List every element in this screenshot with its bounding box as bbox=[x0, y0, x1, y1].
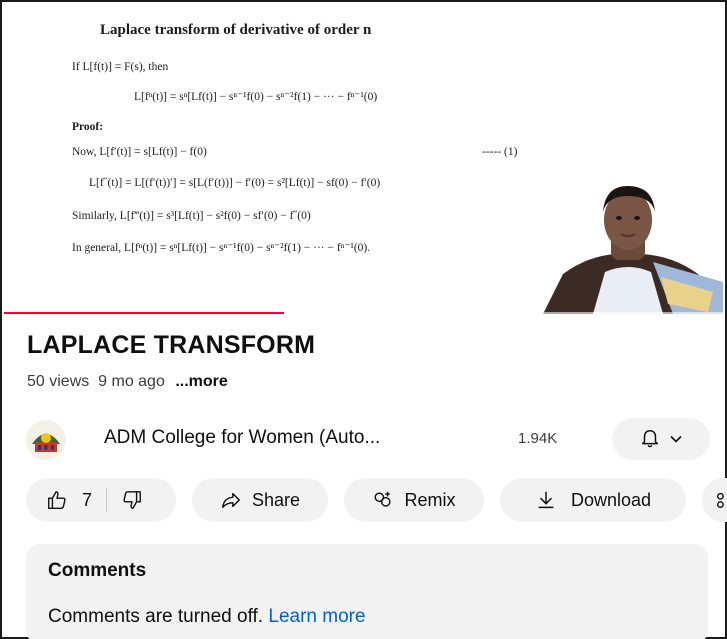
chevron-down-icon bbox=[670, 435, 682, 443]
download-button[interactable]: Download bbox=[500, 478, 686, 522]
video-title: LAPLACE TRANSFORM bbox=[27, 331, 316, 359]
share-button[interactable]: Share bbox=[192, 478, 328, 522]
view-count: 50 views bbox=[27, 373, 90, 390]
more-icon bbox=[716, 492, 724, 509]
slide-line-3: Proof: bbox=[72, 121, 104, 133]
share-icon bbox=[222, 492, 240, 509]
slide-line-4: Now, L[f′(t)] = s[Lf(t)] − f(0) bbox=[72, 146, 207, 158]
more-actions-button[interactable] bbox=[702, 478, 727, 522]
learn-more-link[interactable]: Learn more bbox=[268, 606, 365, 627]
comments-status: Comments are turned off. Learn more bbox=[48, 606, 366, 628]
channel-name[interactable]: ADM College for Women (Auto... bbox=[104, 427, 380, 449]
remix-button[interactable]: Remix bbox=[344, 478, 484, 522]
upload-age: 9 mo ago bbox=[98, 373, 165, 390]
download-label: Download bbox=[570, 489, 652, 510]
video-player[interactable]: Laplace transform of derivative of order… bbox=[4, 4, 723, 314]
download-icon bbox=[538, 491, 554, 509]
comments-title: Comments bbox=[48, 560, 147, 581]
subscriber-count: 1.94K bbox=[518, 430, 558, 447]
like-count: 7 bbox=[82, 489, 93, 510]
thumbs-up-icon[interactable] bbox=[46, 489, 68, 511]
presenter-image bbox=[543, 186, 723, 314]
progress-bar-track[interactable] bbox=[284, 312, 723, 314]
like-dislike-button[interactable]: 7 bbox=[26, 478, 176, 522]
remix-label: Remix bbox=[404, 489, 456, 510]
bell-icon bbox=[641, 430, 659, 448]
slide-line-8: In general, L[fⁿ(t)] = sⁿ[Lf(t)] − sⁿ⁻¹f… bbox=[72, 242, 371, 254]
progress-bar-played[interactable] bbox=[4, 312, 284, 314]
divider bbox=[106, 488, 108, 512]
video-meta[interactable]: 50 views 9 mo ago ...more bbox=[27, 373, 228, 391]
share-label: Share bbox=[251, 489, 301, 510]
remix-icon bbox=[375, 491, 392, 507]
comments-status-text: Comments are turned off. bbox=[48, 606, 264, 627]
comments-panel[interactable]: Comments Comments are turned off. Learn … bbox=[26, 544, 708, 639]
channel-avatar[interactable] bbox=[26, 420, 66, 460]
notification-button[interactable] bbox=[612, 418, 710, 460]
slide-title: Laplace transform of derivative of order… bbox=[100, 22, 372, 38]
slide-line-7: Similarly, L[f‴(t)] = s³[Lf(t)] − s²f(0)… bbox=[72, 210, 311, 222]
slide-line-5: ----- (1) bbox=[482, 146, 518, 158]
slide-line-2: L[fⁿ(t)] = sⁿ[Lf(t)] − sⁿ⁻¹f(0) − sⁿ⁻²f(… bbox=[134, 91, 378, 103]
action-bar: 7 Share Remix Download bbox=[26, 478, 727, 524]
thumbs-down-icon[interactable] bbox=[121, 489, 143, 511]
channel-row: ADM College for Women (Auto... 1.94K bbox=[26, 418, 716, 462]
slide-line-1: If L[f(t)] = F(s), then bbox=[72, 61, 169, 73]
more-link[interactable]: ...more bbox=[175, 373, 227, 390]
slide-line-6: L[f˝(t)] = L[(f′(t))′] = s[L(f′(t))] − f… bbox=[89, 177, 381, 189]
